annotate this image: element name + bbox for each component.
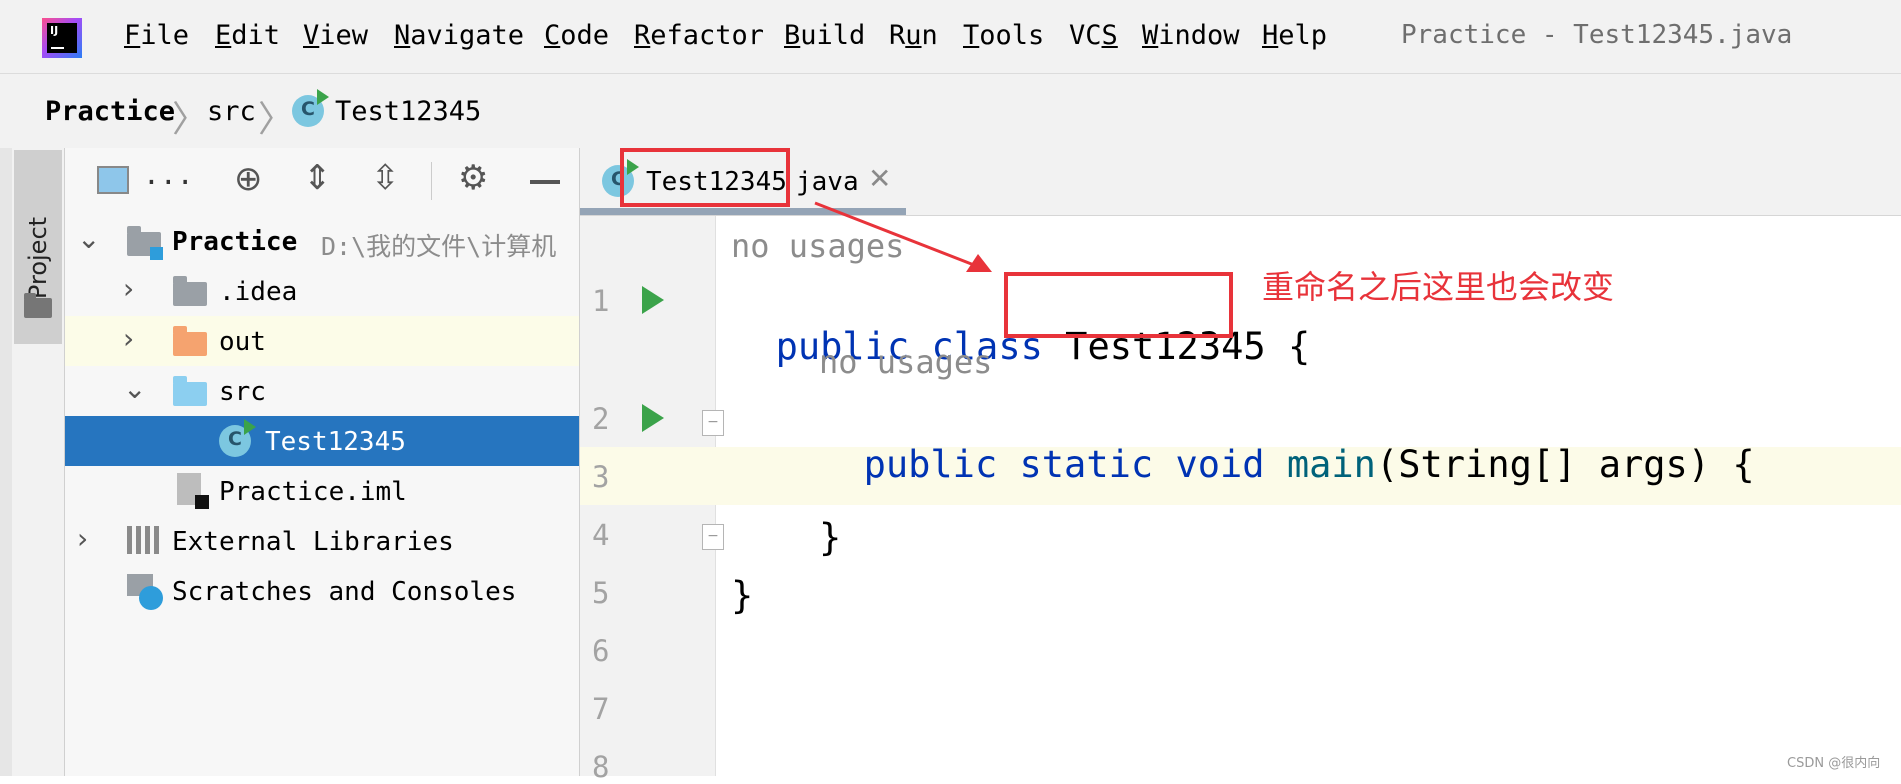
annotation-text: 重命名之后这里也会改变 (1262, 268, 1615, 306)
annotation-arrow (814, 201, 992, 272)
watermark: CSDN @很内向 (1787, 756, 1881, 771)
